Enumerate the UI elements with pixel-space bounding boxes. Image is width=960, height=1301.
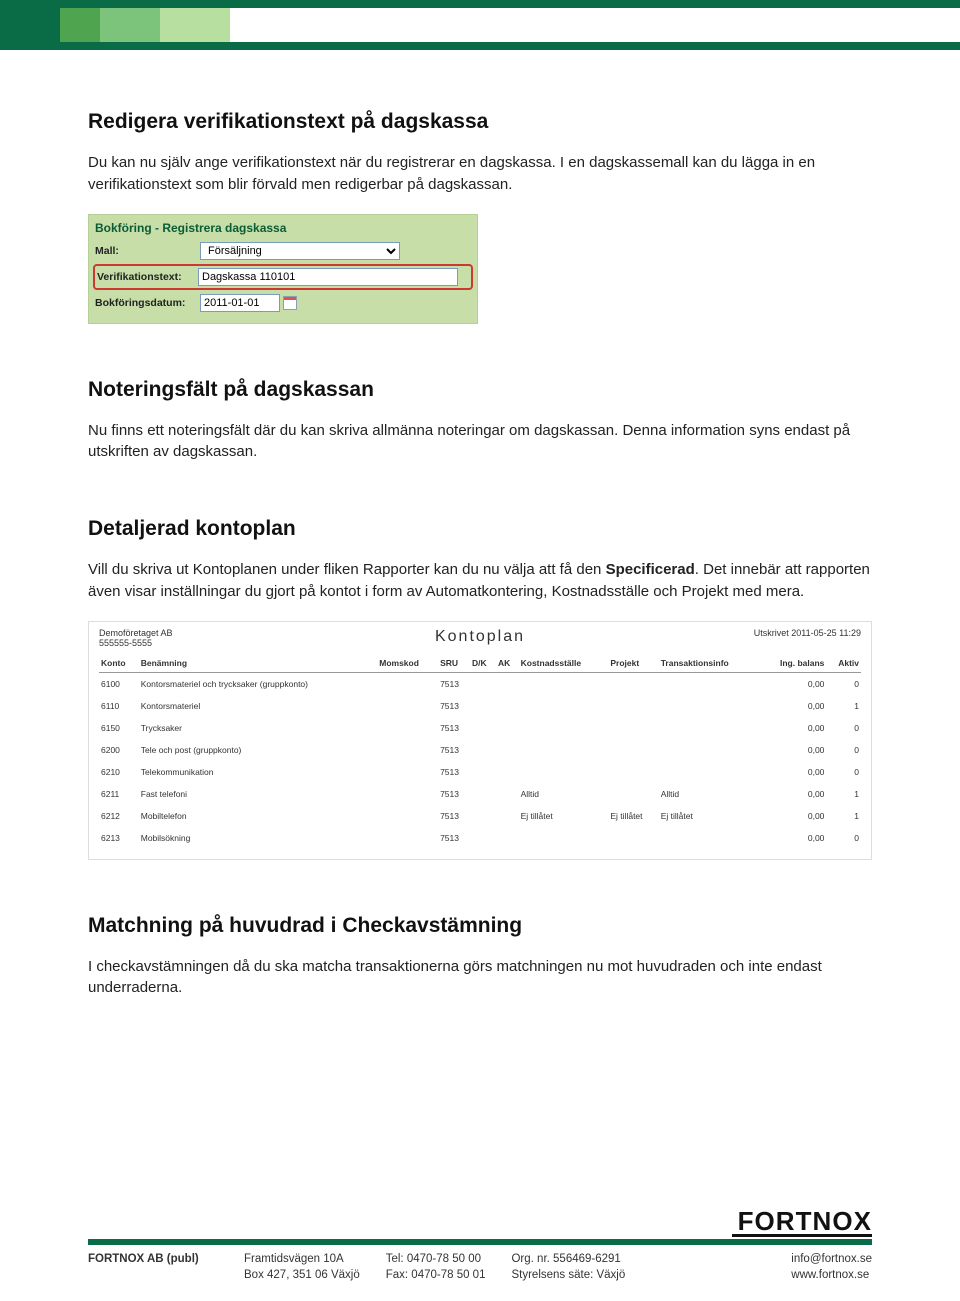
report-company: Demoföretaget AB	[99, 628, 279, 638]
bokforing-title: Bokföring - Registrera dagskassa	[95, 219, 471, 239]
table-row: 6211Fast telefoni7513AlltidAlltid0,001	[99, 783, 861, 805]
footer-org: Org. nr. 556469-6291	[511, 1251, 625, 1267]
page-footer: FORTNOX FORTNOX AB (publ) Framtidsvägen …	[0, 1209, 960, 1283]
table-row: 6210Telekommunikation75130,000	[99, 761, 861, 783]
report-title: Kontoplan	[279, 628, 681, 646]
footer-addr2: Box 427, 351 06 Växjö	[244, 1267, 360, 1283]
section-paragraph: Nu finns ett noteringsfält där du kan sk…	[88, 420, 872, 464]
footer-seat: Styrelsens säte: Växjö	[511, 1267, 625, 1283]
table-header: SRU	[438, 654, 470, 673]
kontoplan-report: Demoföretaget AB 555555-5555 Kontoplan U…	[88, 621, 872, 860]
bokforing-panel: Bokföring - Registrera dagskassa Mall: F…	[88, 214, 478, 324]
report-printed: Utskrivet 2011-05-25 11:29	[681, 628, 861, 638]
mall-select[interactable]: Försäljning	[200, 242, 400, 260]
section-redigera: Redigera verifikationstext på dagskassa …	[88, 110, 872, 324]
table-header: AK	[496, 654, 519, 673]
section-paragraph: Du kan nu själv ange verifikationstext n…	[88, 152, 872, 196]
section-heading: Redigera verifikationstext på dagskassa	[88, 110, 872, 134]
verifikationstext-row: Verifikationstext:	[93, 264, 473, 290]
section-heading: Noteringsfält på dagskassan	[88, 378, 872, 402]
calendar-icon[interactable]	[283, 296, 297, 310]
section-matchning: Matchning på huvudrad i Checkavstämning …	[88, 914, 872, 1000]
table-row: 6150Trycksaker75130,000	[99, 717, 861, 739]
table-header: Benämning	[139, 654, 378, 673]
verif-label: Verifikationstext:	[97, 271, 198, 283]
table-row: 6100Kontorsmateriel och trycksaker (grup…	[99, 672, 861, 695]
footer-fax: Fax: 0470-78 50 01	[386, 1267, 486, 1283]
table-header: D/K	[470, 654, 496, 673]
section-detaljerad-kontoplan: Detaljerad kontoplan Vill du skriva ut K…	[88, 517, 872, 860]
table-header: Transaktionsinfo	[659, 654, 759, 673]
verif-input[interactable]	[198, 268, 458, 286]
section-heading: Matchning på huvudrad i Checkavstämning	[88, 914, 872, 938]
table-row: 6110Kontorsmateriel75130,001	[99, 695, 861, 717]
section-paragraph: Vill du skriva ut Kontoplanen under flik…	[88, 559, 872, 603]
footer-email: info@fortnox.se	[791, 1251, 872, 1267]
footer-addr1: Framtidsvägen 10A	[244, 1251, 360, 1267]
header-banner	[0, 0, 960, 50]
table-header: Momskod	[377, 654, 438, 673]
page-content: Redigera verifikationstext på dagskassa …	[0, 50, 960, 999]
mall-label: Mall:	[95, 245, 200, 257]
kontoplan-table: KontoBenämningMomskodSRUD/KAKKostnadsstä…	[99, 654, 861, 849]
fortnox-logo: FORTNOX	[732, 1209, 872, 1237]
table-row: 6200Tele och post (gruppkonto)75130,000	[99, 739, 861, 761]
section-noteringsfalt: Noteringsfält på dagskassan Nu finns ett…	[88, 378, 872, 464]
date-label: Bokföringsdatum:	[95, 297, 200, 309]
table-row: 6213Mobilsökning75130,000	[99, 827, 861, 849]
table-header: Aktiv	[826, 654, 861, 673]
footer-tel: Tel: 0470-78 50 00	[386, 1251, 486, 1267]
section-heading: Detaljerad kontoplan	[88, 517, 872, 541]
table-row: 6212Mobiltelefon7513Ej tillåtetEj tillåt…	[99, 805, 861, 827]
footer-web: www.fortnox.se	[791, 1267, 872, 1283]
table-header: Kostnadsställe	[519, 654, 609, 673]
date-input[interactable]	[200, 294, 280, 312]
footer-company: FORTNOX AB (publ)	[88, 1253, 199, 1265]
section-paragraph: I checkavstämningen då du ska matcha tra…	[88, 956, 872, 1000]
report-orgnr: 555555-5555	[99, 638, 279, 648]
table-header: Projekt	[608, 654, 658, 673]
table-header: Ing. balans	[759, 654, 826, 673]
table-header: Konto	[99, 654, 139, 673]
